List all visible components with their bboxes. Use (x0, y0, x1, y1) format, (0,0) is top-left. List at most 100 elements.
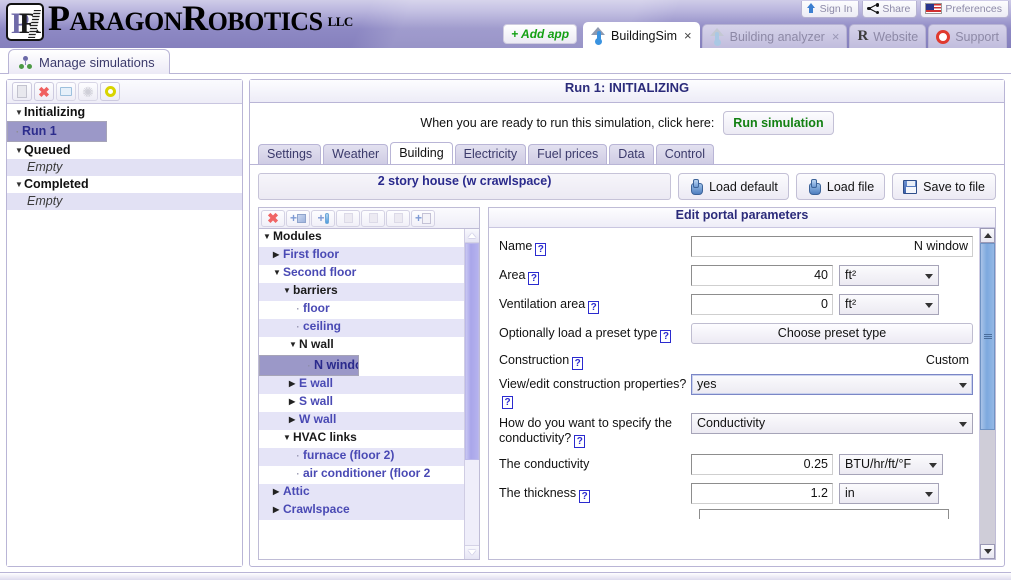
page-icon (422, 212, 431, 224)
sim-item-run-1[interactable]: · Run 1 (7, 121, 107, 142)
scroll-up-button[interactable] (980, 228, 995, 243)
status-button[interactable] (100, 82, 120, 101)
help-icon[interactable]: ? (502, 396, 513, 409)
scroll-track[interactable] (980, 243, 995, 544)
add-module-button[interactable]: + (286, 209, 310, 227)
scroll-up-button[interactable] (465, 229, 479, 243)
run-simulation-button[interactable]: Run simulation (723, 111, 834, 135)
save-to-file-label: Save to file (923, 179, 985, 194)
construction-value: Custom (925, 353, 969, 367)
tree-row-crawlspace[interactable]: ▶ Crawlspace (259, 502, 464, 520)
footer-strip (0, 572, 1011, 580)
area-input[interactable]: 40 (691, 265, 833, 286)
ghost-icon (343, 213, 353, 223)
tab-manage-simulations[interactable]: Manage simulations (8, 49, 170, 74)
add-app-button[interactable]: + Add app (503, 24, 578, 44)
conductivity-input[interactable]: 0.25 (691, 454, 833, 475)
bullet-icon: · (296, 322, 300, 332)
help-icon[interactable]: ? (660, 330, 672, 343)
scroll-thumb[interactable] (465, 243, 479, 461)
tree-row-ceiling[interactable]: · ceiling (259, 319, 464, 337)
help-icon[interactable]: ? (528, 272, 540, 285)
tree-row-attic[interactable]: ▶ Attic (259, 484, 464, 502)
area-unit-select[interactable]: ft² (839, 265, 939, 286)
tree-row-e-wall[interactable]: ▶ E wall (259, 376, 464, 394)
field-view-edit: yes (691, 374, 973, 395)
tab-data[interactable]: Data (609, 144, 654, 164)
add-portal-button[interactable]: + (411, 209, 435, 227)
red-x-icon: ✖ (267, 210, 279, 226)
chevron-right-icon: ▶ (289, 397, 296, 406)
help-icon[interactable]: ? (572, 357, 584, 370)
view-edit-select[interactable]: yes (691, 374, 973, 395)
tab-electricity[interactable]: Electricity (454, 144, 527, 164)
tree-row-w-wall[interactable]: ▶ W wall (259, 412, 464, 430)
conductivity-unit-select[interactable]: BTU/hr/ft/°F (839, 454, 943, 475)
chevron-right-icon: ▶ (273, 250, 280, 259)
tree-row-n-wall[interactable]: ▼ N wall (259, 337, 464, 355)
delete-module-button[interactable]: ✖ (261, 209, 285, 227)
ventilation-area-input[interactable]: 0 (691, 294, 833, 315)
help-icon[interactable]: ? (588, 301, 600, 314)
app-tab-buildingsim[interactable]: BuildingSim × (583, 22, 700, 48)
app-tab-building-analyzer[interactable]: Building analyzer × (701, 24, 848, 48)
add-sensor-button[interactable]: + (311, 209, 335, 227)
thickness-input[interactable]: 1.2 (691, 483, 833, 504)
close-icon[interactable]: × (684, 28, 692, 43)
name-input[interactable]: N window (691, 236, 973, 257)
next-field-partial[interactable] (699, 509, 949, 519)
share-button[interactable]: Share (862, 0, 918, 18)
tree-row-furnace-floor-2[interactable]: · furnace (floor 2) (259, 448, 464, 466)
tab-weather[interactable]: Weather (323, 144, 389, 164)
ventilation-unit-select[interactable]: ft² (839, 294, 939, 315)
thickness-unit-select[interactable]: in (839, 483, 939, 504)
app-tab-support[interactable]: Support (928, 24, 1007, 48)
close-icon[interactable]: × (832, 29, 840, 44)
tab-fuel-prices[interactable]: Fuel prices (528, 144, 608, 164)
parameters-scrollbar[interactable] (979, 228, 995, 559)
scroll-down-button[interactable] (980, 544, 995, 559)
sim-item-label: Run 1 (22, 124, 57, 138)
save-to-file-button[interactable]: Save to file (892, 173, 996, 200)
new-simulation-button[interactable] (12, 82, 32, 101)
project-name-field[interactable]: 2 story house (w crawlspace) (258, 173, 672, 200)
caret-up-icon (983, 233, 992, 238)
sim-group-completed[interactable]: ▼Completed (7, 176, 242, 193)
tab-building[interactable]: Building (390, 142, 453, 164)
scroll-down-button[interactable] (465, 545, 479, 559)
tree-row-barriers[interactable]: ▼ barriers (259, 283, 464, 301)
choose-preset-type-button[interactable]: Choose preset type (691, 323, 973, 344)
help-icon[interactable]: ? (574, 435, 586, 448)
building-tab-content: 2 story house (w crawlspace) Load defaul… (250, 165, 1004, 566)
sign-in-button[interactable]: Sign In (800, 0, 860, 18)
tree-row-modules[interactable]: ▼ Modules (259, 229, 464, 247)
scroll-track[interactable] (465, 243, 479, 545)
delete-simulation-button[interactable]: ✖ (34, 82, 54, 101)
tree-row-second-floor[interactable]: ▼ Second floor (259, 265, 464, 283)
tab-control[interactable]: Control (655, 144, 714, 164)
sim-group-initializing[interactable]: ▼Initializing (7, 104, 242, 121)
load-file-button[interactable]: Load file (795, 173, 886, 200)
conductivity-mode-select[interactable]: Conductivity (691, 413, 973, 434)
sim-group-queued[interactable]: ▼Queued (7, 142, 242, 159)
notes-button[interactable] (56, 82, 76, 101)
tab-settings[interactable]: Settings (258, 144, 322, 164)
tree-row-s-wall[interactable]: ▶ S wall (259, 394, 464, 412)
tree-row-hvac-links[interactable]: ▼ HVAC links (259, 430, 464, 448)
label-conductivity: The conductivity (499, 457, 590, 471)
label-construction: Construction? (499, 350, 691, 370)
scroll-thumb[interactable] (980, 243, 995, 430)
app-tab-website[interactable]: R Website (849, 24, 927, 48)
tree-row-floor[interactable]: · floor (259, 301, 464, 319)
preferences-button[interactable]: Preferences (920, 0, 1009, 18)
module-tree-scrollbar[interactable] (464, 229, 479, 559)
tree-row-n-window[interactable]: ·N window (259, 355, 359, 376)
settings-button[interactable]: ✺ (78, 82, 98, 101)
tree-row-first-floor[interactable]: ▶ First floor (259, 247, 464, 265)
tree-row-label: S wall (299, 394, 334, 408)
tree-row-air-conditioner[interactable]: · air conditioner (floor 2 (259, 466, 464, 484)
preferences-label: Preferences (945, 2, 1002, 15)
load-default-button[interactable]: Load default (678, 173, 789, 200)
help-icon[interactable]: ? (535, 243, 547, 256)
help-icon[interactable]: ? (579, 490, 591, 503)
